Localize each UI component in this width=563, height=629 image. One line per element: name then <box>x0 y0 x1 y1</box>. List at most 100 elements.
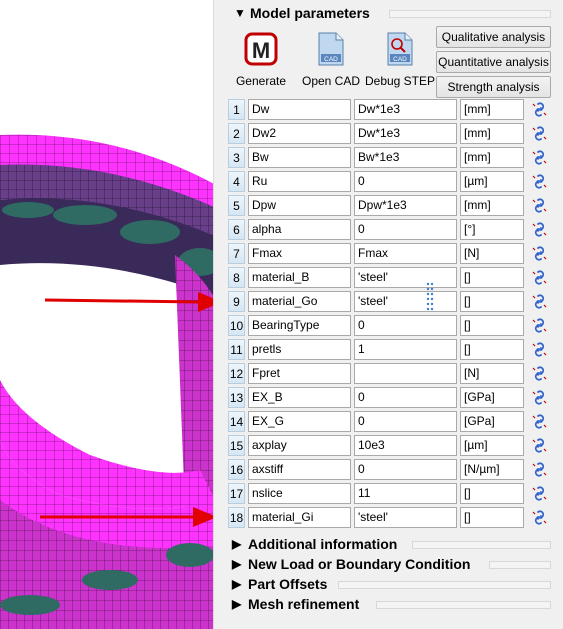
link-parameter-icon[interactable] <box>531 317 548 334</box>
parameter-unit-field[interactable]: [] <box>460 315 524 336</box>
row-index[interactable]: 17 <box>228 483 245 504</box>
parameter-name-field[interactable]: axplay <box>248 435 351 456</box>
link-parameter-icon[interactable] <box>531 413 548 430</box>
parameter-value-field[interactable]: Dw*1e3 <box>354 99 457 120</box>
parameter-unit-field[interactable]: [µm] <box>460 435 524 456</box>
link-parameter-icon[interactable] <box>531 149 548 166</box>
row-index[interactable]: 4 <box>228 171 245 192</box>
new-load-boundary-condition-header[interactable]: ▶ New Load or Boundary Condition <box>232 554 470 574</box>
link-parameter-icon[interactable] <box>531 245 548 262</box>
parameter-name-field[interactable]: Ru <box>248 171 351 192</box>
link-parameter-icon[interactable] <box>531 125 548 142</box>
parameter-value-field[interactable]: 10e3 <box>354 435 457 456</box>
quantitative-analysis-button[interactable]: Quantitative analysis <box>436 51 551 73</box>
parameter-value-field[interactable]: Fmax <box>354 243 457 264</box>
3d-mesh-viewport[interactable] <box>0 0 225 629</box>
parameter-unit-field[interactable]: [] <box>460 339 524 360</box>
parameter-value-field[interactable]: Dpw*1e3 <box>354 195 457 216</box>
parameter-unit-field[interactable]: [GPa] <box>460 387 524 408</box>
row-index[interactable]: 9 <box>228 291 245 312</box>
parameter-unit-field[interactable]: [N] <box>460 363 524 384</box>
row-index[interactable]: 2 <box>228 123 245 144</box>
parameter-unit-field[interactable]: [GPa] <box>460 411 524 432</box>
model-parameters-header[interactable]: ▼ Model parameters <box>234 3 370 23</box>
parameter-value-field[interactable]: 0 <box>354 411 457 432</box>
row-index[interactable]: 16 <box>228 459 245 480</box>
row-index[interactable]: 6 <box>228 219 245 240</box>
link-parameter-icon[interactable] <box>531 509 548 526</box>
link-parameter-icon[interactable] <box>531 269 548 286</box>
strength-analysis-button[interactable]: Strength analysis <box>436 76 551 98</box>
row-index[interactable]: 13 <box>228 387 245 408</box>
row-index[interactable]: 18 <box>228 507 245 528</box>
parameter-name-field[interactable]: material_Go <box>248 291 351 312</box>
link-parameter-icon[interactable] <box>531 197 548 214</box>
row-index[interactable]: 8 <box>228 267 245 288</box>
row-index[interactable]: 12 <box>228 363 245 384</box>
parameter-unit-field[interactable]: [mm] <box>460 147 524 168</box>
row-index[interactable]: 11 <box>228 339 245 360</box>
parameter-value-field[interactable]: Dw*1e3 <box>354 123 457 144</box>
row-index[interactable]: 5 <box>228 195 245 216</box>
parameter-unit-field[interactable]: [] <box>460 507 524 528</box>
parameter-value-field[interactable]: Bw*1e3 <box>354 147 457 168</box>
parameter-name-field[interactable]: pretls <box>248 339 351 360</box>
row-index[interactable]: 1 <box>228 99 245 120</box>
parameter-name-field[interactable]: Bw <box>248 147 351 168</box>
part-offsets-header[interactable]: ▶ Part Offsets <box>232 574 327 594</box>
parameter-value-field[interactable]: 0 <box>354 171 457 192</box>
link-parameter-icon[interactable] <box>531 461 548 478</box>
link-parameter-icon[interactable] <box>531 485 548 502</box>
additional-information-header[interactable]: ▶ Additional information <box>232 534 397 554</box>
parameter-name-field[interactable]: nslice <box>248 483 351 504</box>
qualitative-analysis-button[interactable]: Qualitative analysis <box>436 26 551 48</box>
parameter-name-field[interactable]: Dw2 <box>248 123 351 144</box>
parameter-value-field[interactable]: 0 <box>354 219 457 240</box>
parameter-value-field[interactable]: 'steel' <box>354 291 457 312</box>
link-parameter-icon[interactable] <box>531 389 548 406</box>
parameter-value-field[interactable]: 11 <box>354 483 457 504</box>
parameter-name-field[interactable]: EX_B <box>248 387 351 408</box>
link-parameter-icon[interactable] <box>531 341 548 358</box>
parameter-name-field[interactable]: Dw <box>248 99 351 120</box>
parameter-name-field[interactable]: BearingType <box>248 315 351 336</box>
link-parameter-icon[interactable] <box>531 101 548 118</box>
parameter-value-field[interactable]: 'steel' <box>354 507 457 528</box>
generate-button[interactable]: M Generate <box>227 30 295 90</box>
parameter-value-field[interactable]: 0 <box>354 459 457 480</box>
row-index[interactable]: 14 <box>228 411 245 432</box>
debug-step-button[interactable]: CAD Debug STEP <box>365 30 435 90</box>
parameter-unit-field[interactable]: [mm] <box>460 123 524 144</box>
link-parameter-icon[interactable] <box>531 293 548 310</box>
link-parameter-icon[interactable] <box>531 221 548 238</box>
parameter-value-field[interactable]: 0 <box>354 387 457 408</box>
parameter-name-field[interactable]: alpha <box>248 219 351 240</box>
parameter-name-field[interactable]: Fpret <box>248 363 351 384</box>
link-parameter-icon[interactable] <box>531 365 548 382</box>
parameter-name-field[interactable]: Fmax <box>248 243 351 264</box>
parameter-unit-field[interactable]: [N] <box>460 243 524 264</box>
parameter-unit-field[interactable]: [] <box>460 483 524 504</box>
parameter-value-field[interactable]: 'steel' <box>354 267 457 288</box>
parameter-unit-field[interactable]: [] <box>460 267 524 288</box>
parameter-unit-field[interactable]: [µm] <box>460 171 524 192</box>
parameter-unit-field[interactable]: [mm] <box>460 99 524 120</box>
parameter-value-field[interactable] <box>354 363 457 384</box>
parameter-unit-field[interactable]: [mm] <box>460 195 524 216</box>
parameter-name-field[interactable]: material_B <box>248 267 351 288</box>
parameter-unit-field[interactable]: [°] <box>460 219 524 240</box>
row-index[interactable]: 10 <box>228 315 245 336</box>
row-index[interactable]: 15 <box>228 435 245 456</box>
link-parameter-icon[interactable] <box>531 437 548 454</box>
open-cad-button[interactable]: CAD Open CAD <box>297 30 365 90</box>
row-index[interactable]: 7 <box>228 243 245 264</box>
parameter-name-field[interactable]: EX_G <box>248 411 351 432</box>
splitter-handle[interactable] <box>426 281 434 311</box>
link-parameter-icon[interactable] <box>531 173 548 190</box>
parameter-unit-field[interactable]: [] <box>460 291 524 312</box>
parameter-unit-field[interactable]: [N/µm] <box>460 459 524 480</box>
parameter-name-field[interactable]: Dpw <box>248 195 351 216</box>
parameter-name-field[interactable]: material_Gi <box>248 507 351 528</box>
parameter-name-field[interactable]: axstiff <box>248 459 351 480</box>
parameter-value-field[interactable]: 1 <box>354 339 457 360</box>
